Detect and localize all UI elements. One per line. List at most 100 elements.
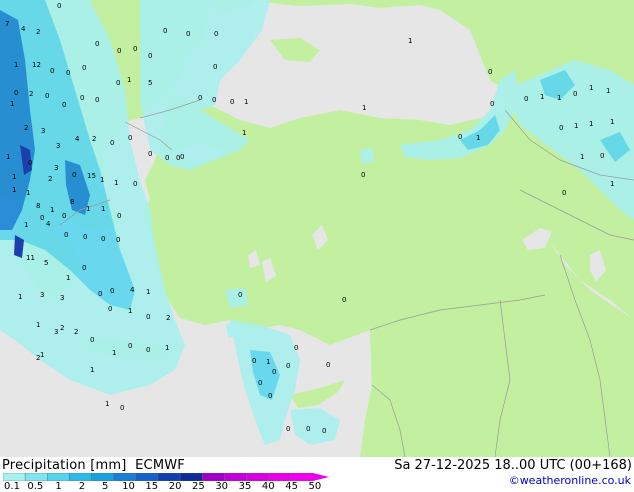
precip-value-label: 0 [146,346,150,354]
precip-value-label: 1 [557,94,561,102]
legend-swatch [69,473,92,481]
legend-tick-label: 5 [102,481,109,492]
precip-value-label: 1 [165,344,169,352]
legend-swatch [224,473,247,481]
precip-value-label: 1 [66,274,70,282]
precip-value-label: 2 [74,328,78,336]
precip-value-label: 0 [342,296,346,304]
precip-value-label: 0 [82,64,86,72]
precip-value-label: 5 [148,79,152,87]
precip-value-label: 3 [41,127,45,135]
precip-value-label: 0 [252,357,256,365]
precip-value-label: 0 [64,231,68,239]
legend-swatch [157,473,181,481]
precip-value-label: 0 [163,27,167,35]
precip-value-label: 2 [48,175,52,183]
legend-tick-label: 10 [122,481,135,492]
legend-tick-label: 15 [145,481,159,492]
precip-value-label: 2 [92,135,96,143]
legend-colorbar [3,473,329,481]
precip-value-label: 0 [62,212,66,220]
precip-value-label: 2 [60,324,64,332]
precip-value-label: 0 [45,92,49,100]
precip-value-label: 1 [90,366,94,374]
precip-value-label: 0 [186,30,190,38]
precip-value-label: 3 [40,291,44,299]
precip-value-label: 4 [21,25,26,33]
legend-tick-label: 40 [261,481,275,492]
precip-value-label: 0 [600,152,604,160]
precip-value-label: 5 [44,259,48,267]
precip-value-label: 0 [490,100,494,108]
precip-value-label: 0 [488,68,492,76]
precip-value-label: 2 [24,124,28,132]
precip-value-label: 0 [176,154,180,162]
precip-value-label: 8 [70,198,74,206]
legend-swatch [135,473,159,481]
precip-value-label: 0 [72,171,76,179]
precip-value-label: 0 [28,159,32,167]
precip-value-label: 1 [266,358,270,366]
legend-tick-label: 50 [308,481,322,492]
precip-value-label: 0 [95,96,99,104]
precip-value-label: 3 [56,142,60,150]
precip-value-label: 0 [14,89,18,97]
precip-value-label: 1 [408,37,412,45]
precip-value-label: 7 [5,20,9,28]
model-name: ECMWF [135,458,185,473]
precip-value-label: 1 [101,205,105,213]
precip-value-label: 1 [540,93,544,101]
precip-value-label: 1 [242,129,246,137]
precip-value-label: 0 [133,45,137,53]
precip-value-label: 1 [606,87,610,95]
precip-blob-2 [360,148,374,164]
legend-swatch [179,473,203,481]
precip-value-label: 0 [82,264,86,272]
legend-swatch [47,473,70,481]
precip-value-label: 0 [128,134,132,142]
precip-value-label: 1 [100,176,104,184]
credit-link[interactable]: ©weatheronline.co.uk [509,474,631,487]
precip-value-label: 2 [29,90,33,98]
precip-value-label: 1 [128,307,132,315]
precip-value-label: 1 [12,186,16,194]
legend-tick-label: 45 [285,481,298,492]
precip-value-label: 0 [361,171,365,179]
precip-value-label: 0 [326,361,330,369]
precip-value-label: 1 [40,351,44,359]
precip-value-label: 0 [322,427,326,435]
precip-value-label: 0 [524,95,528,103]
precip-value-label: 0 [198,94,202,102]
precip-value-label: 1 [14,61,18,69]
legend-swatch [113,473,137,481]
precip-value-label: 0 [128,342,132,350]
precip-value-label: 1 [114,179,118,187]
precip-value-label: 1 [12,173,16,181]
precip-value-label: 0 [258,379,262,387]
precip-value-label: 0 [213,63,217,71]
legend-tick-label: 0.1 [4,481,20,492]
precip-value-label: 0 [80,94,84,102]
precip-value-label: 0 [66,69,70,77]
precip-value-label: 0 [110,287,114,295]
precip-value-label: 1 [362,104,366,112]
precip-value-label: 1 [18,293,22,301]
precip-value-label: 0 [110,139,114,147]
precip-value-label: 0 [146,313,150,321]
precip-value-label: 0 [62,101,66,109]
precip-value-label: 0 [50,67,54,75]
precip-value-label: 1 [86,205,90,213]
precip-value-label: 1 [105,400,109,408]
precip-value-label: 1 [36,321,40,329]
legend-tick-label: 2 [78,481,86,492]
precip-value-label: 0 [98,290,102,298]
precip-value-label: 0 [214,30,218,38]
precip-value-label: 1 [580,153,584,161]
precip-value-label: 0 [573,90,577,98]
precip-value-label: 3 [54,328,58,336]
precip-value-label: 0 [272,368,276,376]
precip-value-label: 0 [120,404,124,412]
precip-value-label: 3 [54,164,58,172]
precip-value-label: 15 [87,172,96,180]
precip-value-label: 1 [589,84,593,92]
